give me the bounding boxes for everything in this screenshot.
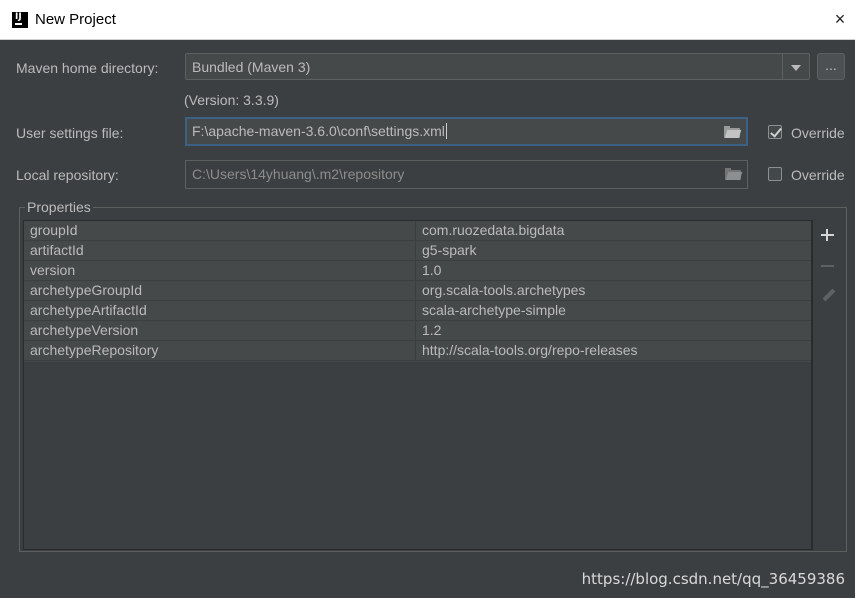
table-row[interactable]: archetypeGroupId org.scala-tools.archety… xyxy=(24,281,811,301)
table-row[interactable]: archetypeVersion 1.2 xyxy=(24,321,811,341)
maven-version-note: (Version: 3.3.9) xyxy=(184,92,279,108)
table-row[interactable]: version 1.0 xyxy=(24,261,811,281)
property-value: 1.0 xyxy=(422,262,442,278)
checkmark-icon xyxy=(770,125,782,138)
properties-toolbar xyxy=(812,220,842,550)
table-empty-area xyxy=(24,362,811,549)
window-title: New Project xyxy=(35,11,116,28)
local-repo-override-label: Override xyxy=(791,167,845,183)
maven-home-label: Maven home directory: xyxy=(16,60,159,76)
close-button[interactable]: × xyxy=(829,8,851,30)
maven-home-combobox[interactable]: Bundled (Maven 3) xyxy=(185,53,810,80)
property-value: org.scala-tools.archetypes xyxy=(422,282,586,298)
property-key: artifactId xyxy=(30,242,84,258)
local-repo-input[interactable]: C:\Users\14yhuang\.m2\repository xyxy=(185,160,748,189)
property-value: scala-archetype-simple xyxy=(422,302,566,318)
folder-icon[interactable] xyxy=(725,168,743,180)
user-settings-value: F:\apache-maven-3.6.0\conf\settings.xml xyxy=(192,123,445,139)
property-value: com.ruozedata.bigdata xyxy=(422,222,565,238)
maven-home-value: Bundled (Maven 3) xyxy=(192,59,311,75)
property-key: version xyxy=(30,262,76,278)
property-key: archetypeGroupId xyxy=(30,282,143,298)
remove-property-button[interactable] xyxy=(820,258,836,274)
table-row[interactable]: artifactId g5-spark xyxy=(24,241,811,261)
combo-separator xyxy=(782,54,783,79)
add-property-button[interactable] xyxy=(820,227,836,243)
folder-icon[interactable] xyxy=(724,126,742,138)
minus-icon xyxy=(821,265,834,267)
intellij-app-icon: IJ xyxy=(12,12,28,28)
text-caret xyxy=(445,123,447,139)
browse-maven-home-button[interactable]: ... xyxy=(817,53,845,80)
property-value: http://scala-tools.org/repo-releases xyxy=(422,342,638,358)
properties-table[interactable]: groupId com.ruozedata.bigdata artifactId… xyxy=(23,220,812,550)
local-repo-override-checkbox[interactable] xyxy=(768,167,782,181)
property-value: 1.2 xyxy=(422,322,442,338)
local-repo-value: C:\Users\14yhuang\.m2\repository xyxy=(192,166,405,182)
table-row[interactable]: archetypeArtifactId scala-archetype-simp… xyxy=(24,301,811,321)
table-row[interactable]: archetypeRepository http://scala-tools.o… xyxy=(24,341,811,361)
user-settings-override-label: Override xyxy=(791,125,845,141)
property-key: groupId xyxy=(30,222,78,238)
title-bar: IJ New Project × xyxy=(0,0,855,40)
column-separator xyxy=(415,221,416,361)
property-key: archetypeVersion xyxy=(30,322,139,338)
property-key: archetypeRepository xyxy=(30,342,159,358)
user-settings-input[interactable]: F:\apache-maven-3.6.0\conf\settings.xml xyxy=(185,117,748,146)
user-settings-override-checkbox[interactable] xyxy=(768,125,782,139)
property-key: archetypeArtifactId xyxy=(30,302,147,318)
property-value: g5-spark xyxy=(422,242,477,258)
properties-title: Properties xyxy=(25,199,93,215)
edit-property-button[interactable] xyxy=(820,288,836,304)
plus-icon-stroke xyxy=(826,229,828,241)
local-repo-label: Local repository: xyxy=(16,167,119,183)
watermark-text: https://blog.csdn.net/qq_36459386 xyxy=(581,570,845,588)
chevron-down-icon[interactable] xyxy=(791,65,801,71)
pencil-icon xyxy=(822,288,836,302)
table-row[interactable]: groupId com.ruozedata.bigdata xyxy=(24,221,811,241)
user-settings-label: User settings file: xyxy=(16,125,124,141)
